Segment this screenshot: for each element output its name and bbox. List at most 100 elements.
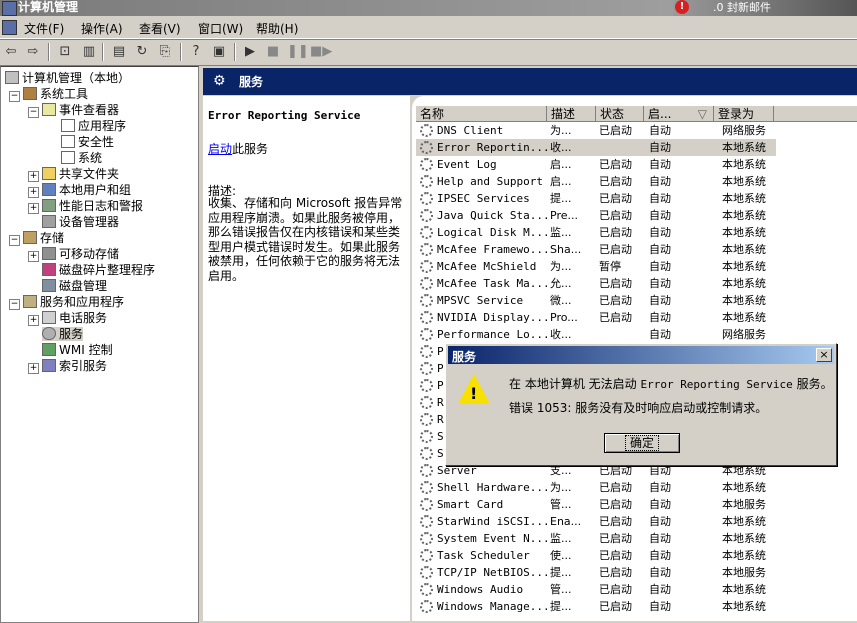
tree-root[interactable]: 计算机管理（本地）	[5, 71, 130, 85]
cell-name: TCP/IP NetBIOS...	[437, 566, 547, 579]
tree-item-services-apps[interactable]: 服务和应用程序	[23, 295, 124, 309]
collapse-services-apps[interactable]: −	[9, 299, 20, 310]
column-name[interactable]: 名称	[416, 106, 547, 122]
table-row[interactable]: Windows Manage... 提... 已启动 自动 本地系统	[416, 598, 776, 615]
table-row[interactable]: Logical Disk M... 监... 已启动 自动 本地系统	[416, 224, 776, 241]
cell-name: Help and Support	[437, 175, 543, 188]
cell-startup: 自动	[649, 141, 671, 154]
table-row[interactable]: System Event N... 监... 已启动 自动 本地系统	[416, 530, 776, 547]
alert-badge-icon: !	[675, 0, 689, 14]
back-icon[interactable]: ⇦	[2, 43, 20, 61]
tree-item-system-log[interactable]: 系统	[61, 151, 102, 165]
tree-item-performance-logs[interactable]: 性能日志和警报	[42, 199, 143, 213]
tree-item-system-tools[interactable]: 系统工具	[23, 87, 88, 101]
menu-help[interactable]: 帮助(H)	[256, 20, 298, 37]
cell-logon: 本地服务	[722, 498, 766, 511]
expand-local-users[interactable]: +	[28, 187, 39, 198]
table-row[interactable]: Java Quick Sta... Pre... 已启动 自动 本地系统	[416, 207, 776, 224]
refresh-icon[interactable]: ↻	[133, 43, 151, 61]
tree-item-services[interactable]: 服务	[42, 327, 84, 341]
tree-item-local-users[interactable]: 本地用户和组	[42, 183, 131, 197]
play-icon[interactable]: ▶	[241, 43, 259, 61]
table-row[interactable]: Help and Support 启... 已启动 自动 本地系统	[416, 173, 776, 190]
stop-icon[interactable]: ■	[264, 43, 282, 61]
column-status[interactable]: 状态	[596, 106, 644, 122]
table-row[interactable]: Shell Hardware... 为... 已启动 自动 本地系统	[416, 479, 776, 496]
expand-shared-folders[interactable]: +	[28, 171, 39, 182]
service-gear-icon	[420, 175, 433, 188]
expand-telephony[interactable]: +	[28, 315, 39, 326]
properties-icon[interactable]: ▤	[110, 43, 128, 61]
collapse-system-tools[interactable]: −	[9, 91, 20, 102]
tree-item-shared-folders[interactable]: 共享文件夹	[42, 167, 119, 181]
cell-name: Shell Hardware...	[437, 481, 547, 494]
collapse-storage[interactable]: −	[9, 235, 20, 246]
cell-status: 已启动	[599, 583, 632, 596]
table-row[interactable]: IPSEC Services 提... 已启动 自动 本地系统	[416, 190, 776, 207]
expand-index-service[interactable]: +	[28, 363, 39, 374]
tree-item-device-manager[interactable]: 设备管理器	[42, 215, 119, 229]
table-row[interactable]: DNS Client 为... 已启动 自动 网络服务	[416, 122, 776, 139]
tree-item-wmi[interactable]: WMI 控制	[42, 343, 113, 357]
dialog-close-button[interactable]: ×	[816, 348, 832, 362]
cell-name: Task Scheduler	[437, 549, 530, 562]
export-icon[interactable]: ⎘	[156, 43, 174, 61]
defrag-icon	[42, 263, 56, 276]
table-row[interactable]: Performance Lo... 收... 自动 网络服务	[416, 326, 776, 343]
tree-item-event-viewer[interactable]: 事件查看器	[42, 103, 119, 117]
show-tree-icon[interactable]: ▥	[80, 43, 98, 61]
table-row[interactable]: Error Reportin... 收... 自动 本地系统	[416, 139, 776, 156]
system-menu-icon[interactable]	[2, 20, 17, 35]
tree-item-removable-storage[interactable]: 可移动存储	[42, 247, 119, 261]
column-description[interactable]: 描述	[547, 106, 596, 122]
up-icon[interactable]: ⊡	[56, 43, 74, 61]
table-row[interactable]: MPSVC Service 微... 已启动 自动 本地系统	[416, 292, 776, 309]
tree-item-index-service[interactable]: 索引服务	[42, 359, 107, 373]
cell-logon: 本地系统	[722, 209, 766, 222]
menu-file[interactable]: 文件(F)	[24, 20, 64, 37]
column-startup-type[interactable]: 启... ▽	[644, 106, 714, 122]
collapse-event-viewer[interactable]: −	[28, 107, 39, 118]
tree-item-application-log[interactable]: 应用程序	[61, 119, 126, 133]
cell-name: MPSVC Service	[437, 294, 524, 307]
table-row[interactable]: NVIDIA Display... Pro... 已启动 自动 本地系统	[416, 309, 776, 326]
tree-item-telephony[interactable]: 电话服务	[42, 311, 107, 325]
tree-label: 系统	[78, 151, 103, 165]
table-row[interactable]: TCP/IP NetBIOS... 提... 已启动 自动 本地服务	[416, 564, 776, 581]
tree-item-storage[interactable]: 存储	[23, 231, 64, 245]
tree-label: 服务	[59, 327, 84, 341]
table-row[interactable]: Task Scheduler 使... 已启动 自动 本地系统	[416, 547, 776, 564]
cell-startup: 自动	[649, 277, 671, 290]
cell-desc: 启...	[550, 175, 572, 188]
table-row[interactable]: McAfee Framewo... Sha... 已启动 自动 本地系统	[416, 241, 776, 258]
pause-icon[interactable]: ❚❚	[287, 43, 309, 61]
tree-item-defrag[interactable]: 磁盘碎片整理程序	[42, 263, 155, 277]
table-row[interactable]: Event Log 启... 已启动 自动 本地系统	[416, 156, 776, 173]
cell-status: 已启动	[599, 277, 632, 290]
services-icon	[42, 327, 56, 340]
table-row[interactable]: Windows Audio 管... 已启动 自动 本地系统	[416, 581, 776, 598]
expand-performance-logs[interactable]: +	[28, 203, 39, 214]
restart-icon[interactable]: ■▶	[310, 43, 332, 61]
menu-window[interactable]: 窗口(W)	[198, 20, 243, 37]
forward-icon[interactable]: ⇨	[24, 43, 42, 61]
start-service-link[interactable]: 启动	[208, 142, 232, 156]
tree-label: 本地用户和组	[59, 183, 132, 197]
table-row[interactable]: McAfee Task Ma... 允... 已启动 自动 本地系统	[416, 275, 776, 292]
table-row[interactable]: McAfee McShield 为... 暂停 自动 本地系统	[416, 258, 776, 275]
table-row[interactable]: StarWind iSCSI... Ena... 已启动 自动 本地系统	[416, 513, 776, 530]
mail-notification[interactable]: ! .0 封新邮件	[673, 0, 857, 16]
expand-removable-storage[interactable]: +	[28, 251, 39, 262]
menu-view[interactable]: 查看(V)	[139, 20, 181, 37]
cell-name: Java Quick Sta...	[437, 209, 547, 222]
console-icon[interactable]: ▣	[210, 43, 228, 61]
service-gear-icon	[420, 226, 433, 239]
tree-label: 可移动存储	[59, 247, 120, 261]
column-logon[interactable]: 登录为	[714, 106, 774, 122]
menu-action[interactable]: 操作(A)	[81, 20, 123, 37]
tree-item-security-log[interactable]: 安全性	[61, 135, 114, 149]
ok-button[interactable]: 确定	[604, 433, 680, 453]
tree-item-disk-management[interactable]: 磁盘管理	[42, 279, 107, 293]
table-row[interactable]: Smart Card 管... 已启动 自动 本地服务	[416, 496, 776, 513]
help-icon[interactable]: ?	[187, 43, 205, 61]
